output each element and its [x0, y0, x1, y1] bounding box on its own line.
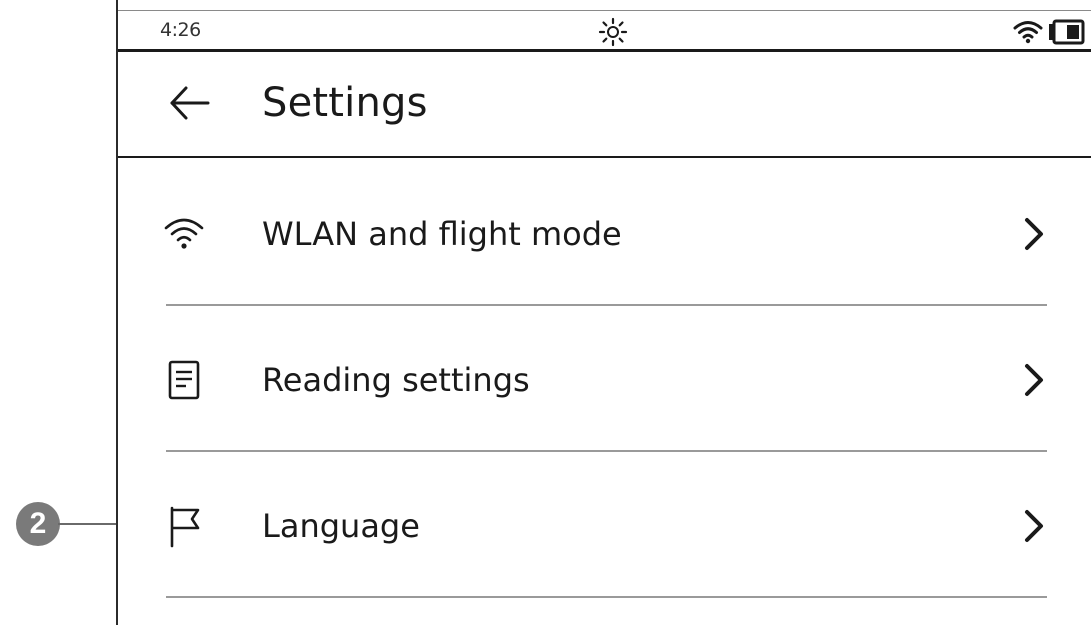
chevron-right-icon [1025, 510, 1043, 542]
wifi-icon [164, 218, 204, 249]
battery-icon [1049, 19, 1085, 45]
settings-item-reading[interactable]: Reading settings [118, 306, 1091, 452]
page-title: Settings [262, 80, 428, 126]
flag-icon [170, 506, 200, 548]
app-header: Settings [118, 52, 1091, 158]
figure: 2 4:26 Settings WLAN and flight mode Rea… [0, 0, 1091, 625]
settings-item-wlan[interactable]: WLAN and flight mode [118, 160, 1091, 306]
settings-item-label: Language [262, 507, 420, 545]
arrow-left-icon[interactable] [164, 78, 214, 128]
callout-number-badge: 2 [16, 502, 60, 546]
status-icons [1013, 17, 1085, 47]
chevron-right-icon [1025, 364, 1043, 396]
device-screen: 4:26 Settings WLAN and flight mode Readi… [116, 0, 1091, 625]
document-icon [168, 360, 200, 400]
settings-list: WLAN and flight mode Reading settings La… [118, 160, 1091, 598]
row-divider [166, 596, 1047, 598]
settings-item-language[interactable]: Language [118, 452, 1091, 598]
status-bar: 4:26 [118, 10, 1091, 52]
brightness-icon[interactable] [598, 17, 628, 47]
status-time: 4:26 [160, 19, 201, 41]
settings-item-label: WLAN and flight mode [262, 215, 622, 253]
settings-item-label: Reading settings [262, 361, 530, 399]
wifi-icon [1013, 21, 1043, 44]
chevron-right-icon [1025, 218, 1043, 250]
